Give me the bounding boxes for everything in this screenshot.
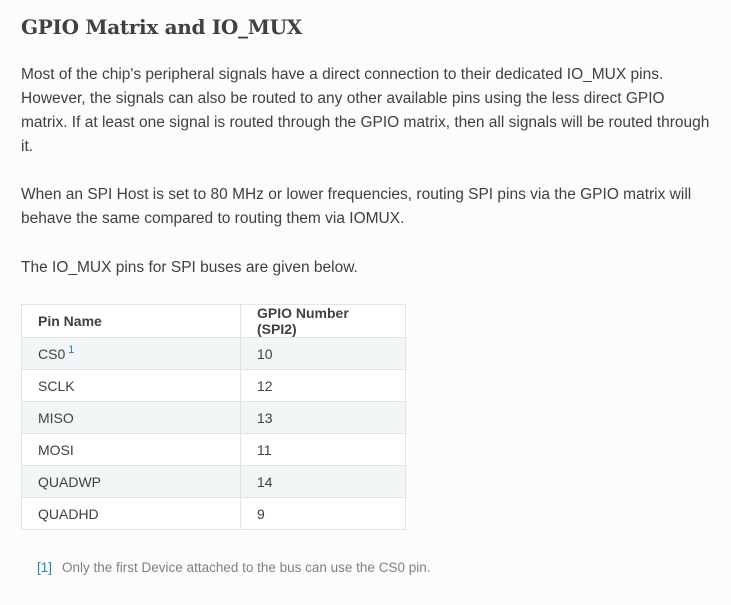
table-row: MOSI 11 <box>21 433 406 466</box>
footnote-label-link[interactable]: [1] <box>37 560 52 575</box>
section-heading: GPIO Matrix and IO_MUX <box>21 15 302 39</box>
pin-name-cell: MOSI <box>21 433 241 466</box>
gpio-number-cell: 13 <box>240 401 406 434</box>
table-row: CS0 1 10 <box>21 337 406 370</box>
frequency-paragraph: When an SPI Host is set to 80 MHz or low… <box>21 186 692 227</box>
footnote: [1] Only the first Device attached to the… <box>37 560 430 575</box>
gpio-number-cell: 12 <box>240 369 406 402</box>
gpio-number-cell: 11 <box>240 433 406 466</box>
gpio-number-cell: 9 <box>240 497 406 530</box>
intro-paragraph: Most of the chip's peripheral signals ha… <box>21 66 710 155</box>
table-intro-paragraph: The IO_MUX pins for SPI buses are given … <box>21 259 358 276</box>
pin-name-cell: SCLK <box>21 369 241 402</box>
table-row: QUADWP 14 <box>21 465 406 498</box>
pin-name-cell: QUADHD <box>21 497 241 530</box>
pin-name-cell: QUADWP <box>21 465 241 498</box>
footnote-text: Only the first Device attached to the bu… <box>62 560 431 575</box>
pin-name-cell: MISO <box>21 401 241 434</box>
header-pin-name: Pin Name <box>21 304 241 338</box>
gpio-number-cell: 10 <box>240 337 406 370</box>
table-row: SCLK 12 <box>21 369 406 402</box>
table-row: MISO 13 <box>21 401 406 434</box>
pin-name: CS0 <box>38 345 66 362</box>
table-row: QUADHD 9 <box>21 497 406 530</box>
header-gpio-number: GPIO Number (SPI2) <box>240 304 406 338</box>
gpio-number-cell: 14 <box>240 465 406 498</box>
iomux-pins-table: Pin Name GPIO Number (SPI2) CS0 1 10 SCLK… <box>21 304 406 530</box>
pin-name-cell: CS0 1 <box>21 337 241 370</box>
table-header-row: Pin Name GPIO Number (SPI2) <box>21 304 406 338</box>
footnote-ref-link[interactable]: 1 <box>68 344 74 356</box>
